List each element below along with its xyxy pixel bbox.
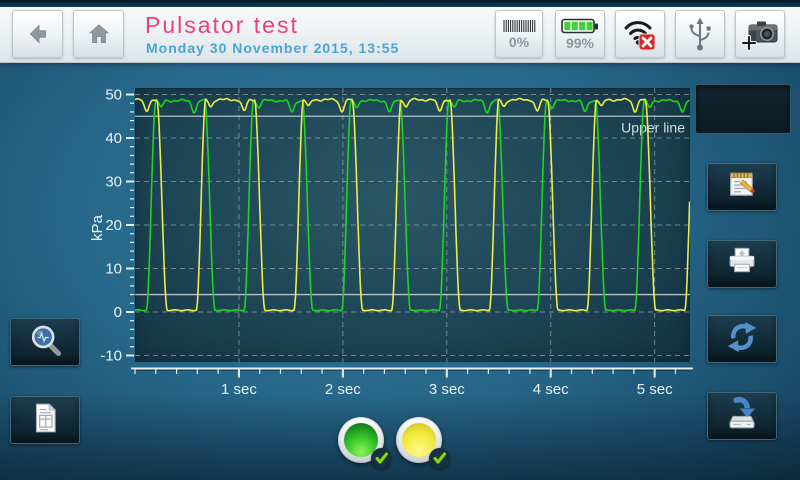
back-arrow-icon [25, 21, 51, 47]
screenshot-button[interactable] [735, 10, 785, 58]
svg-text:-10: -10 [100, 347, 122, 364]
header-bar: Pulsator test Monday 30 November 2015, 1… [0, 7, 800, 63]
info-display-panel [695, 84, 791, 134]
pulsation-chart-plot-area [135, 88, 690, 362]
page-datetime: Monday 30 November 2015, 13:55 [146, 40, 399, 56]
wifi-status-button[interactable] [615, 10, 665, 58]
svg-text:30: 30 [105, 174, 122, 191]
svg-text:3 sec: 3 sec [429, 381, 465, 398]
notepad-pencil-icon [725, 168, 759, 207]
svg-text:5 sec: 5 sec [637, 381, 673, 398]
wifi-disconnected-icon [622, 17, 658, 51]
back-button[interactable] [12, 10, 63, 58]
report-button[interactable] [10, 396, 80, 444]
svg-text:10: 10 [105, 260, 122, 277]
refresh-button[interactable] [707, 315, 777, 363]
svg-text:20: 20 [105, 217, 122, 234]
notes-button[interactable] [707, 163, 777, 211]
svg-text:40: 40 [105, 130, 122, 147]
document-icon [29, 401, 61, 440]
battery-icon [561, 18, 599, 35]
memory-usage-button[interactable]: 0% [495, 10, 543, 58]
usb-icon [685, 16, 715, 52]
printer-icon [725, 245, 759, 284]
save-button[interactable] [707, 392, 777, 440]
svg-text:50: 50 [105, 87, 122, 104]
home-button[interactable] [73, 10, 124, 58]
zoom-button[interactable] [10, 318, 80, 366]
camera-plus-icon [740, 16, 780, 52]
battery-status-button[interactable]: 99% [555, 10, 605, 58]
usb-status-button[interactable] [675, 10, 725, 58]
svg-text:kPa: kPa [89, 214, 106, 241]
home-icon [86, 21, 112, 47]
battery-percent-label: 99% [566, 36, 594, 50]
usage-meter-icon [502, 19, 536, 34]
svg-text:0: 0 [114, 304, 122, 321]
svg-text:2 sec: 2 sec [325, 381, 361, 398]
green-check-icon [371, 448, 392, 469]
top-strip [0, 0, 800, 7]
save-archive-icon [724, 397, 760, 436]
channel-yellow-toggle[interactable] [396, 417, 442, 463]
refresh-icon [725, 320, 759, 359]
svg-text:4 sec: 4 sec [533, 381, 569, 398]
svg-text:1 sec: 1 sec [221, 381, 257, 398]
print-button[interactable] [707, 240, 777, 288]
page-title: Pulsator test [145, 12, 299, 39]
magnifier-icon [28, 323, 62, 362]
channel-green-toggle[interactable] [338, 417, 384, 463]
yellow-check-icon [429, 448, 450, 469]
usage-percent-label: 0% [509, 35, 529, 49]
app-screen: Pulsator test Monday 30 November 2015, 1… [0, 0, 800, 480]
